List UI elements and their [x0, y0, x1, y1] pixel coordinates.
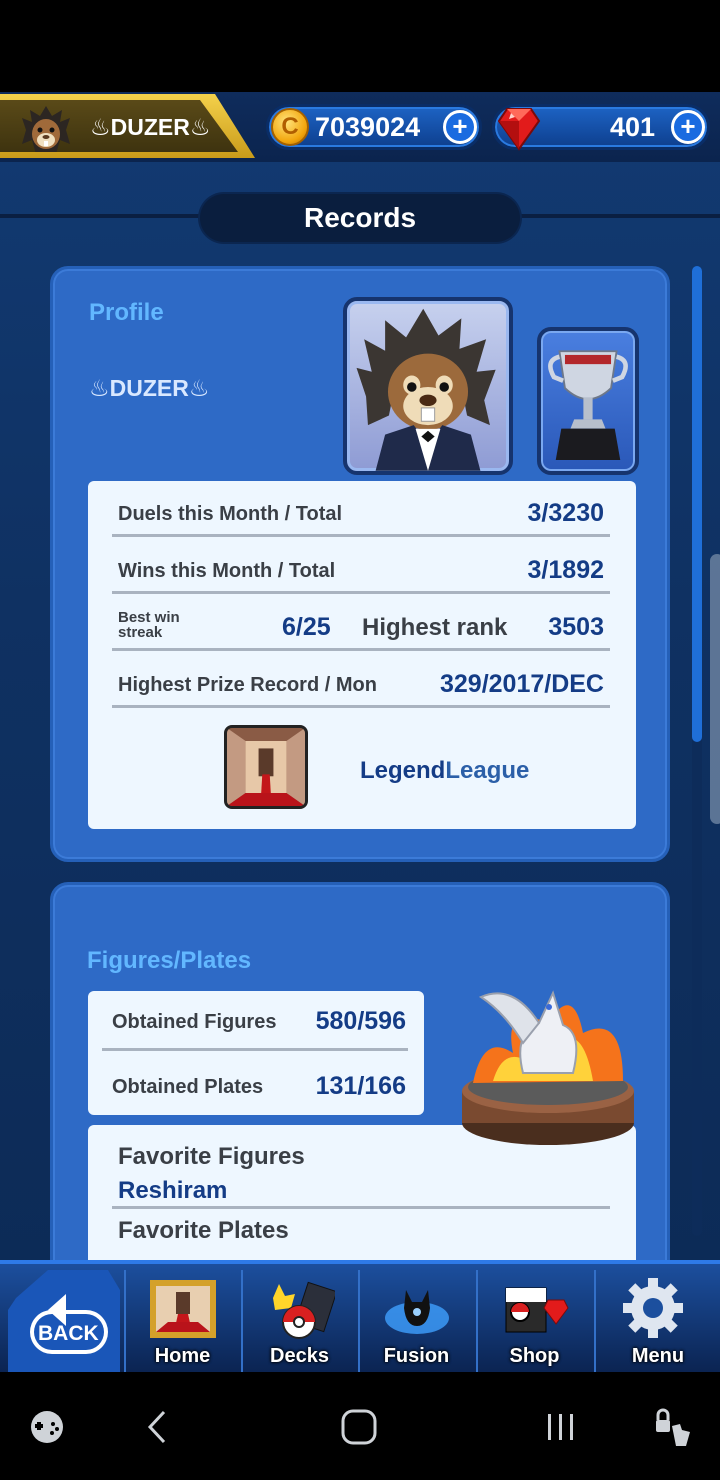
- trophy-icon: [548, 350, 628, 460]
- profile-portrait[interactable]: [343, 297, 513, 475]
- streak-rank-row: Best win streak 6/25 Highest rank 3503: [112, 595, 610, 651]
- duels-label: Duels this Month / Total: [118, 503, 343, 525]
- home-nav-icon[interactable]: [334, 1402, 384, 1452]
- touch-lock-icon[interactable]: [646, 1402, 696, 1452]
- status-bar: [0, 0, 720, 92]
- duels-row: Duels this Month / Total 3/3230: [112, 481, 610, 537]
- bottom-nav: BACK Home Decks Fusion Shop Menu: [0, 1260, 720, 1372]
- title-divider-right: [510, 214, 720, 218]
- game-tools-icon[interactable]: [22, 1402, 72, 1452]
- obtained-figures-row: Obtained Figures 580/596: [102, 991, 408, 1051]
- system-nav-bar: [0, 1372, 720, 1480]
- figures-section-label: Figures/Plates: [87, 947, 252, 974]
- coins-display: C 7039024 +: [266, 104, 482, 150]
- nav-shop-label: Shop: [509, 1345, 560, 1367]
- league-icon: [224, 725, 308, 809]
- title-divider-left: [0, 214, 210, 218]
- decks-icon: [273, 1281, 335, 1339]
- wins-row: Wins this Month / Total 3/1892: [112, 538, 610, 594]
- trophy-badge[interactable]: [537, 327, 639, 475]
- back-label: BACK: [38, 1322, 99, 1345]
- back-arrow-icon: [8, 1270, 120, 1372]
- coin-icon: C: [271, 108, 309, 146]
- league-name-part2: League: [445, 757, 530, 784]
- shop-icon: [505, 1287, 569, 1333]
- favorite-figures-label: Favorite Figures: [118, 1143, 305, 1170]
- nav-home[interactable]: Home: [124, 1270, 239, 1372]
- wins-label: Wins this Month / Total: [118, 560, 336, 582]
- recents-nav-icon[interactable]: [536, 1402, 586, 1452]
- back-nav-icon[interactable]: [132, 1402, 182, 1452]
- nav-fusion-label: Fusion: [383, 1345, 450, 1367]
- profile-name: ♨DUZER♨: [89, 375, 210, 401]
- scrollbar-thumb[interactable]: [692, 266, 702, 742]
- league-name: LegendLeague: [360, 757, 529, 785]
- nav-home-label: Home: [154, 1345, 211, 1367]
- trainer-avatar-icon: [356, 308, 496, 471]
- player-tag[interactable]: ♨DUZER♨: [0, 94, 255, 158]
- streak-label: Best win streak: [118, 609, 180, 641]
- figures-counts-panel: Obtained Figures 580/596 Obtained Plates…: [88, 991, 424, 1115]
- prize-value: 329/2017/DEC: [439, 670, 604, 698]
- obtained-plates-row: Obtained Plates 131/166: [102, 1053, 408, 1113]
- nav-menu[interactable]: Menu: [594, 1270, 720, 1372]
- obtained-plates-label: Obtained Plates: [112, 1076, 264, 1098]
- streak-value: 6/25: [282, 613, 331, 641]
- page-title-pill: Records: [200, 194, 520, 242]
- reshiram-figure-icon[interactable]: [453, 963, 643, 1153]
- stats-panel: Duels this Month / Total 3/3230 Wins thi…: [88, 481, 636, 829]
- favorite-figure-value: Reshiram: [118, 1177, 228, 1204]
- obtained-figures-value: 580/596: [315, 1007, 406, 1035]
- duels-value: 3/3230: [527, 499, 604, 527]
- obtained-figures-label: Obtained Figures: [112, 1011, 277, 1033]
- wins-value: 3/1892: [527, 556, 604, 584]
- back-button[interactable]: BACK: [8, 1270, 120, 1372]
- edge-panel-handle[interactable]: [710, 554, 720, 824]
- top-bar: ♨DUZER♨ C 7039024 + 401 +: [0, 92, 720, 162]
- obtained-plates-value: 131/166: [315, 1072, 406, 1100]
- nav-menu-label: Menu: [631, 1345, 685, 1367]
- gem-icon: [497, 108, 541, 151]
- nav-decks-label: Decks: [270, 1345, 329, 1367]
- rank-label: Highest rank: [362, 614, 508, 641]
- profile-card: Profile ♨DUZER♨ Duels this Month / Total…: [50, 266, 670, 862]
- page-title: Records: [303, 202, 417, 233]
- nav-fusion[interactable]: Fusion: [358, 1270, 473, 1372]
- add-gems-button[interactable]: +: [671, 110, 705, 144]
- fusion-icon: [385, 1290, 449, 1334]
- player-avatar-icon: [22, 106, 70, 152]
- favorites-divider: [112, 1206, 610, 1209]
- rank-value: 3503: [548, 613, 604, 641]
- coins-value: 7039024: [315, 112, 421, 142]
- nav-decks[interactable]: Decks: [241, 1270, 356, 1372]
- add-coins-button[interactable]: +: [443, 110, 477, 144]
- game-screen: ♨DUZER♨ C 7039024 + 401 + Records Profil…: [0, 92, 720, 1372]
- gear-icon: [623, 1278, 683, 1338]
- favorite-plates-label: Favorite Plates: [118, 1217, 289, 1244]
- gems-display: 401 +: [492, 104, 710, 151]
- prize-label: Highest Prize Record / Mon: [118, 674, 377, 696]
- legend-hall-icon: [227, 728, 305, 806]
- league-name-part1: Legend: [360, 757, 446, 784]
- prize-row: Highest Prize Record / Mon 329/2017/DEC: [112, 652, 610, 708]
- player-name: ♨DUZER♨: [90, 114, 211, 140]
- home-icon: [150, 1280, 216, 1338]
- nav-shop[interactable]: Shop: [476, 1270, 591, 1372]
- scrollbar[interactable]: [692, 266, 702, 1236]
- profile-section-label: Profile: [89, 299, 164, 326]
- gems-value: 401: [609, 112, 655, 142]
